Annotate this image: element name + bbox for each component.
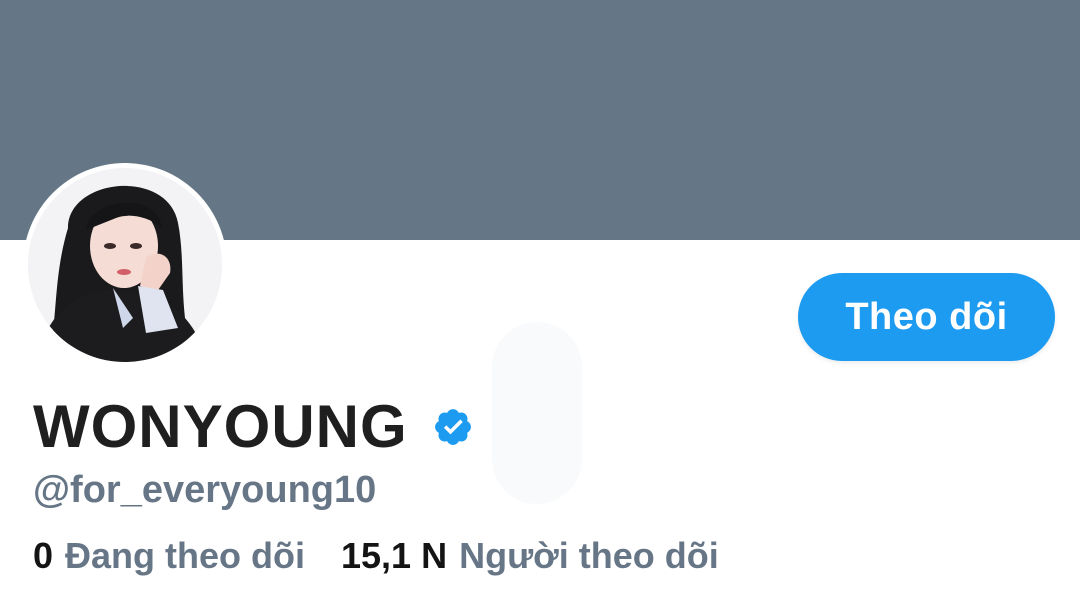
following-stat[interactable]: 0 Đang theo dõi [33, 534, 305, 578]
profile-handle: @for_everyoung10 [33, 469, 377, 511]
followers-count: 15,1 N [341, 535, 448, 576]
display-name: WONYOUNG [33, 393, 408, 460]
avatar-photo [28, 168, 222, 362]
follow-button[interactable]: Theo dõi [798, 273, 1055, 361]
display-name-row: WONYOUNG [33, 392, 474, 462]
verified-badge-icon[interactable] [432, 406, 474, 448]
followers-stat[interactable]: 15,1 N Người theo dõi [341, 534, 719, 578]
profile-page: Theo dõi WONYOUNG @for_everyoung10 0 Đan… [0, 0, 1080, 601]
follow-stats: 0 Đang theo dõi 15,1 N Người theo dõi [33, 534, 719, 578]
avatar-frame[interactable] [23, 163, 227, 367]
followers-label: Người theo dõi [459, 535, 719, 576]
following-label: Đang theo dõi [65, 535, 306, 576]
following-count: 0 [33, 535, 54, 576]
avatar[interactable] [28, 168, 222, 362]
background-watermark [492, 322, 582, 504]
